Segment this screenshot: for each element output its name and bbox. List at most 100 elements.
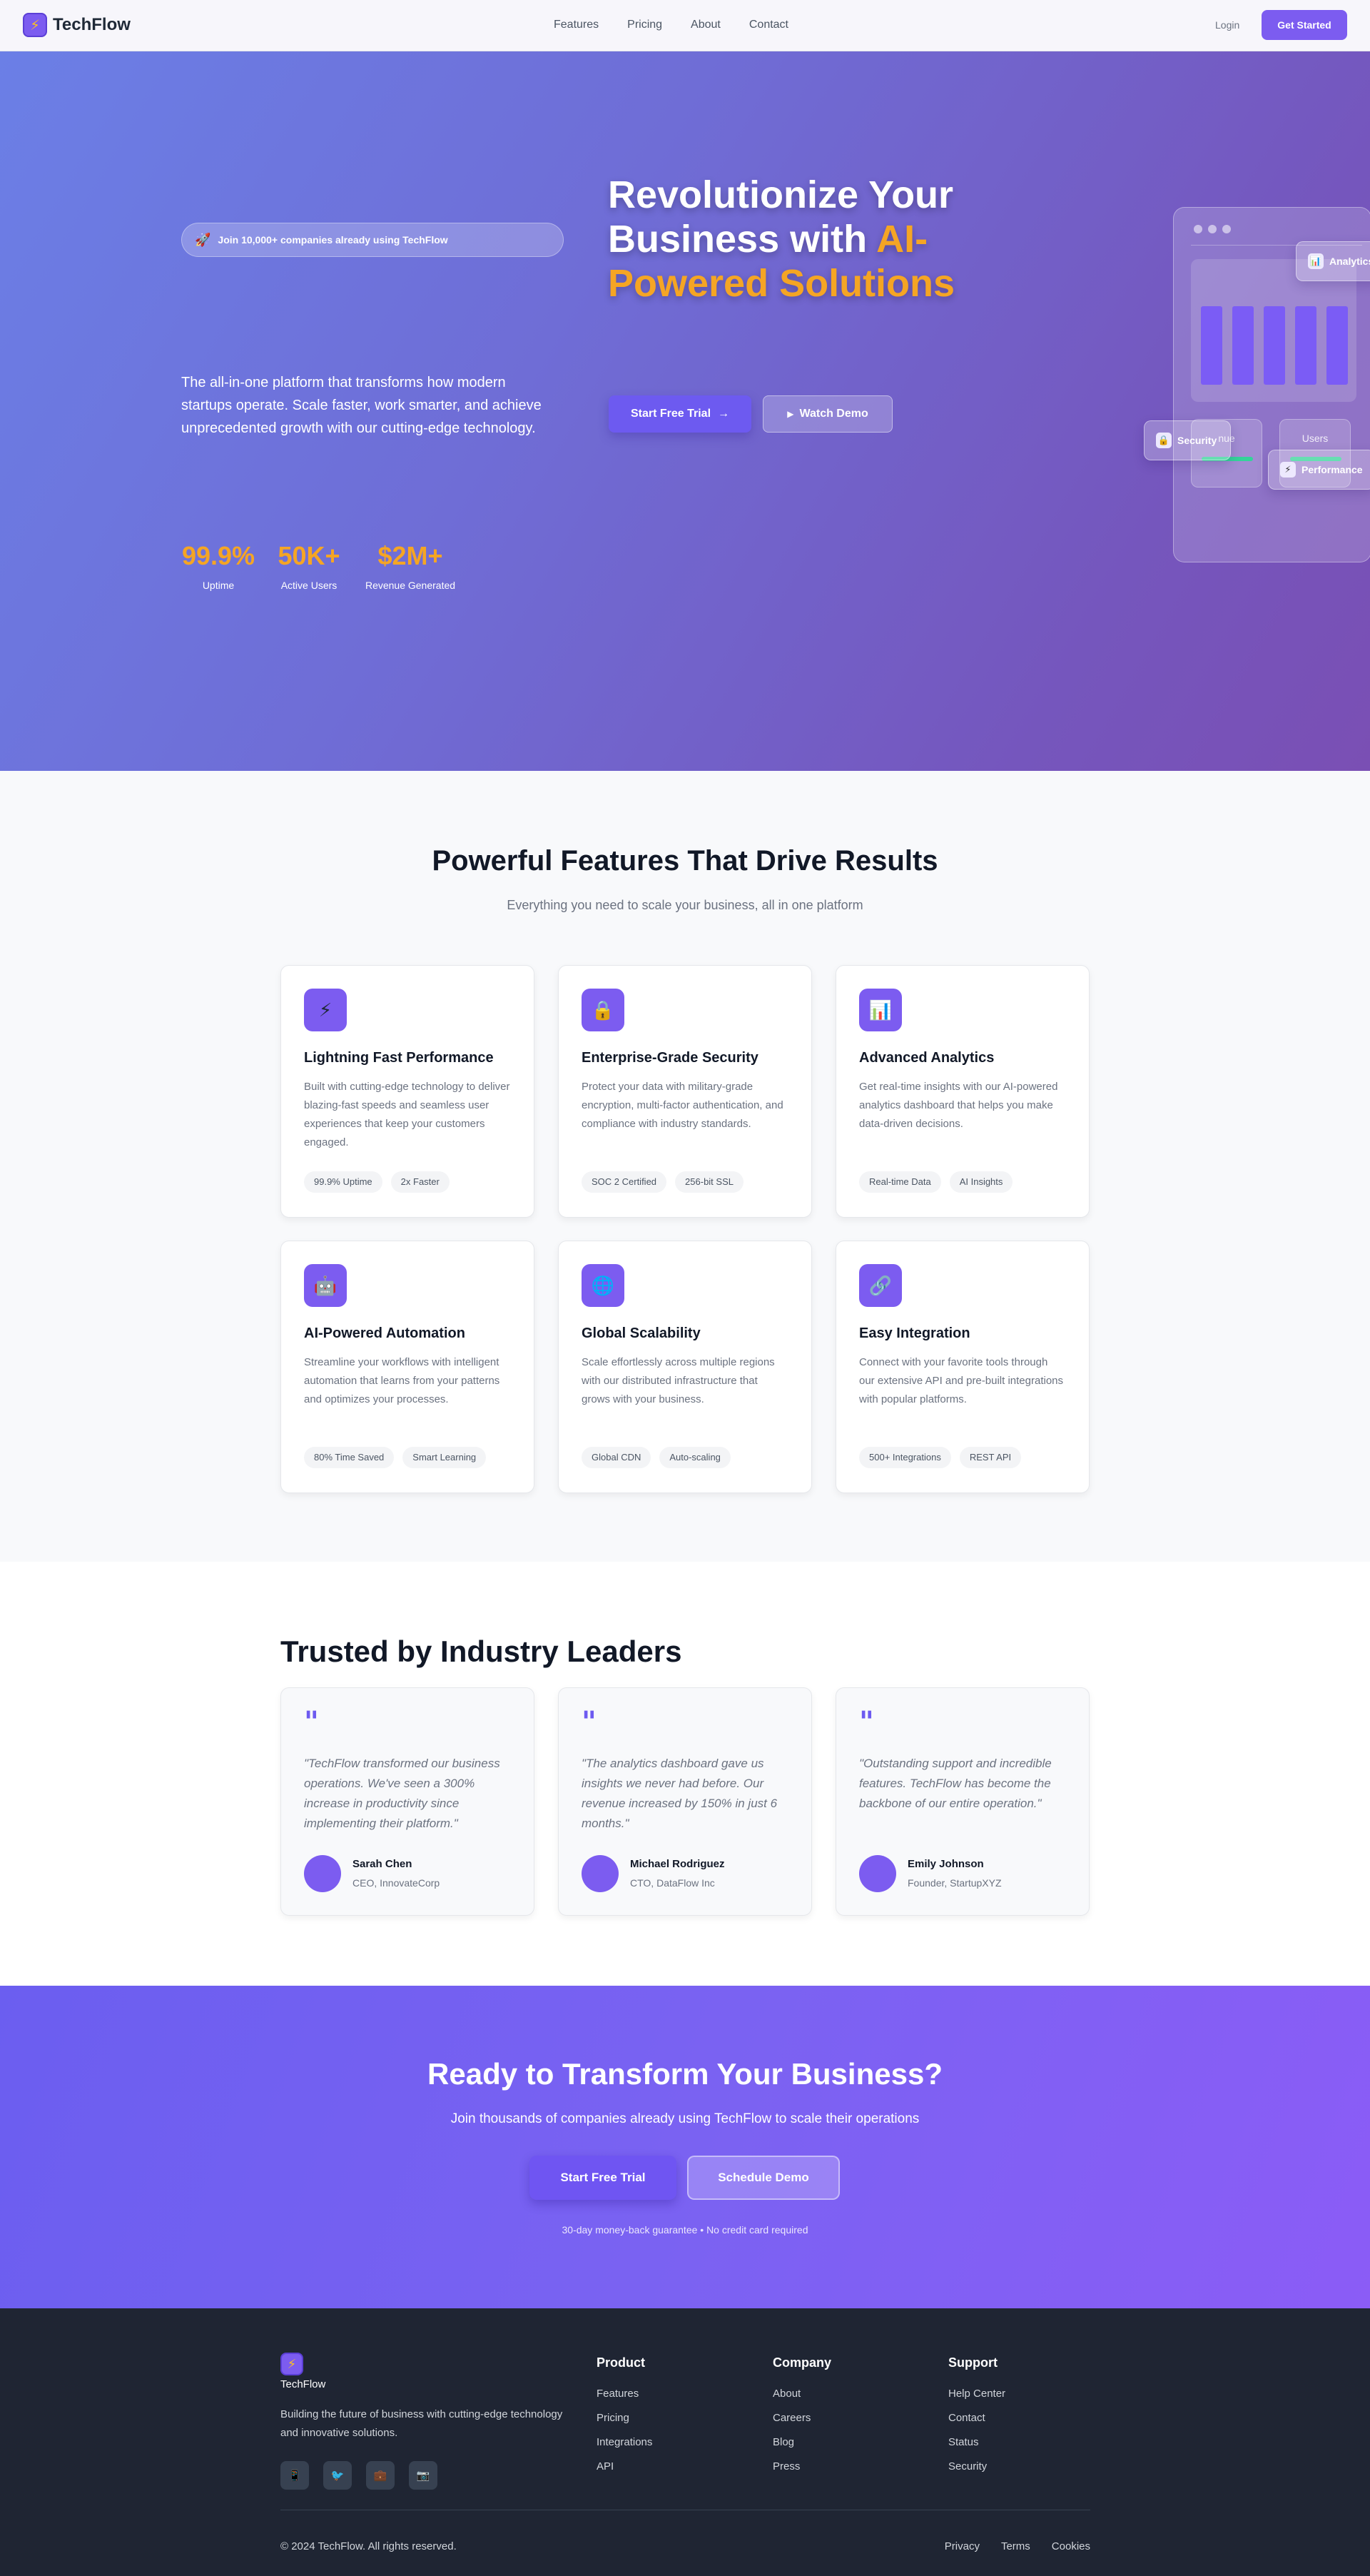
footer-column-company: Company About Careers Blog Press [773, 2355, 831, 2485]
top-nav: ⚡ TechFlow Features Pricing About Contac… [0, 0, 1370, 51]
feature-title: Advanced Analytics [859, 1050, 995, 1066]
cookies-link[interactable]: Cookies [1052, 2540, 1090, 2552]
feature-card-scalability: 🌐 Global Scalability Scale effortlessly … [558, 1241, 812, 1493]
author-role: CEO, InnovateCorp [352, 1877, 440, 1889]
nav-links: Features Pricing About Contact [554, 19, 817, 31]
testimonials-section: Trusted by Industry Leaders " "TechFlow … [0, 1562, 1370, 1986]
feature-title: AI-Powered Automation [304, 1325, 465, 1341]
feature-description: Built with cutting-edge technology to de… [304, 1081, 510, 1148]
feature-card-analytics: 📊 Advanced Analytics Get real-time insig… [836, 965, 1090, 1218]
author-role: Founder, StartupXYZ [908, 1877, 1002, 1889]
footer-link[interactable]: Features [597, 2388, 652, 2400]
features-subtitle: Everything you need to scale your busine… [507, 898, 863, 912]
stat-label: Revenue Generated [365, 580, 456, 591]
feature-title: Easy Integration [859, 1325, 970, 1341]
footer-brand: TechFlow [280, 2378, 326, 2390]
watch-demo-label: Watch Demo [799, 408, 868, 420]
footer-link[interactable]: Pricing [597, 2412, 652, 2424]
footer-logo[interactable]: ⚡ [280, 2353, 303, 2375]
testimonial-author: Sarah Chen CEO, InnovateCorp [304, 1855, 440, 1892]
feature-tag: Auto-scaling [659, 1447, 731, 1468]
testimonials-title: Trusted by Industry Leaders [280, 1635, 682, 1668]
stat-value: 50K+ [278, 541, 340, 570]
stat-active-users: 50K+ Active Users [275, 541, 342, 591]
cta-section: Ready to Transform Your Business? Join t… [0, 1986, 1370, 2308]
float-tag-security: 🔒 Security [1144, 420, 1231, 460]
footer-column-title: Support [948, 2355, 998, 2370]
author-role: CTO, DataFlow Inc [630, 1877, 715, 1889]
hero-section: 🚀 Join 10,000+ companies already using T… [0, 51, 1370, 771]
footer-link[interactable]: Security [948, 2460, 1005, 2473]
feature-title: Global Scalability [582, 1325, 701, 1341]
feature-card-performance: ⚡ Lightning Fast Performance Built with … [280, 965, 534, 1218]
footer-link[interactable]: Press [773, 2460, 831, 2473]
schedule-demo-button[interactable]: Schedule Demo [687, 2156, 840, 2200]
nav-link-features[interactable]: Features [554, 19, 599, 31]
avatar [859, 1855, 896, 1892]
mockup-bar [1201, 306, 1222, 385]
footer-link[interactable]: Careers [773, 2412, 831, 2424]
feature-tags: 500+ Integrations REST API [859, 1447, 1022, 1468]
nav-link-contact[interactable]: Contact [749, 19, 788, 31]
footer-link[interactable]: API [597, 2460, 652, 2473]
author-name: Michael Rodriguez [630, 1858, 725, 1870]
feature-tags: Real-time Data AI Insights [859, 1171, 1013, 1193]
mockup-bar [1264, 306, 1285, 385]
login-link[interactable]: Login [1215, 19, 1239, 31]
feature-tag: SOC 2 Certified [582, 1171, 667, 1193]
window-dots [1194, 225, 1231, 233]
stat-value: 99.9% [181, 541, 255, 570]
phone-icon[interactable]: 📱 [280, 2461, 309, 2490]
camera-icon[interactable]: 📷 [409, 2461, 437, 2490]
lock-icon: 🔒 [1156, 433, 1172, 448]
lightning-icon: ⚡ [23, 13, 47, 37]
footer-link[interactable]: Blog [773, 2436, 831, 2448]
feature-card-security: 🔒 Enterprise-Grade Security Protect your… [558, 965, 812, 1218]
feature-tag: AI Insights [949, 1171, 1013, 1193]
features-title: Powerful Features That Drive Results [432, 845, 938, 877]
mockup-bar [1326, 306, 1348, 385]
testimonial-quote: "TechFlow transformed our business opera… [304, 1757, 500, 1830]
chart-icon: 📊 [1308, 253, 1324, 269]
feature-tags: 80% Time Saved Smart Learning [304, 1447, 487, 1468]
footer-column-support: Support Help Center Contact Status Secur… [948, 2355, 1005, 2485]
footer-link[interactable]: Help Center [948, 2388, 1005, 2400]
robot-icon: 🤖 [304, 1264, 347, 1307]
testimonial-author: Emily Johnson Founder, StartupXYZ [859, 1855, 1002, 1892]
float-tag-label: Security [1177, 435, 1217, 446]
mockup-bar [1295, 306, 1316, 385]
feature-title: Enterprise-Grade Security [582, 1050, 758, 1066]
footer-link[interactable]: About [773, 2388, 831, 2400]
quote-icon: " [582, 1705, 597, 1739]
stat-label: Active Users [280, 580, 338, 591]
social-proof-badge: 🚀 Join 10,000+ companies already using T… [181, 223, 564, 257]
brand-logo[interactable]: ⚡ TechFlow [23, 13, 131, 37]
link-icon: 🔗 [859, 1264, 902, 1307]
nav-link-pricing[interactable]: Pricing [627, 19, 662, 31]
watch-demo-button[interactable]: ▶ Watch Demo [763, 395, 893, 433]
cta-start-trial-button[interactable]: Start Free Trial [529, 2156, 676, 2200]
briefcase-icon[interactable]: 💼 [366, 2461, 395, 2490]
footer-link[interactable]: Contact [948, 2412, 1005, 2424]
start-free-trial-button[interactable]: Start Free Trial → [609, 395, 751, 433]
quote-icon: " [859, 1705, 874, 1739]
badge-text: Join 10,000+ companies already using Tec… [218, 234, 448, 246]
chart-icon: 📊 [859, 989, 902, 1031]
testimonial-card: " "TechFlow transformed our business ope… [280, 1687, 534, 1916]
footer-link[interactable]: Integrations [597, 2436, 652, 2448]
terms-link[interactable]: Terms [1001, 2540, 1030, 2552]
arrow-right-icon: → [718, 408, 730, 420]
footer-link[interactable]: Status [948, 2436, 1005, 2448]
testimonial-card: " "Outstanding support and incredible fe… [836, 1687, 1090, 1916]
twitter-icon[interactable]: 🐦 [323, 2461, 352, 2490]
mockup-bar [1232, 306, 1254, 385]
footer-column-title: Company [773, 2355, 832, 2370]
start-free-trial-label: Start Free Trial [630, 408, 711, 420]
get-started-button[interactable]: Get Started [1262, 10, 1347, 40]
nav-link-about[interactable]: About [691, 19, 721, 31]
lightning-icon: ⚡ [1280, 462, 1296, 478]
privacy-link[interactable]: Privacy [945, 2540, 980, 2552]
stat-value: $2M+ [377, 541, 443, 570]
float-tag-performance: ⚡ Performance [1268, 450, 1370, 490]
feature-tag: 80% Time Saved [304, 1447, 395, 1468]
